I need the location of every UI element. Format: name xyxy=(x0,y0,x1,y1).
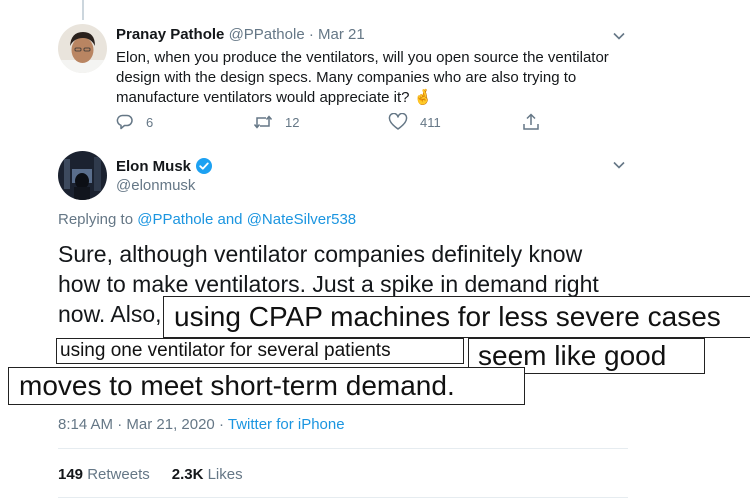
likes-stat[interactable]: 2.3K Likes xyxy=(172,466,243,483)
replying-and: and xyxy=(217,211,243,228)
like-count: 411 xyxy=(420,114,441,130)
replying-user-link[interactable]: @NateSilver538 xyxy=(247,211,356,228)
tweet-stats: 149 Retweets 2.3K Likes xyxy=(58,466,243,483)
annotation-box: using CPAP machines for less severe case… xyxy=(163,296,750,338)
reply-count: 6 xyxy=(146,114,154,130)
share-button[interactable] xyxy=(522,113,552,131)
avatar-pranay[interactable] xyxy=(58,24,107,73)
annotation-text: moves to meet short-term demand. xyxy=(19,370,455,401)
retweet-count: 12 xyxy=(285,114,300,130)
like-button[interactable]: 411 xyxy=(388,113,441,131)
reply-icon xyxy=(116,114,133,130)
retweets-count: 149 xyxy=(58,466,84,483)
heart-icon xyxy=(388,113,408,130)
replying-prefix: Replying to xyxy=(58,211,134,228)
annotation-text: using CPAP machines for less severe case… xyxy=(174,301,721,332)
annotation-box: moves to meet short-term demand. xyxy=(8,367,525,405)
tweet-source-link[interactable]: Twitter for iPhone xyxy=(228,416,345,433)
tweet-text-line: how to make ventilators. Just a spike in… xyxy=(58,271,599,297)
main-author-name[interactable]: Elon Musk xyxy=(116,158,191,175)
retweet-icon xyxy=(253,115,273,129)
thread-connector-line xyxy=(82,0,84,20)
retweets-label: Retweets xyxy=(87,466,150,483)
meta-separator: · xyxy=(117,416,123,433)
tweet-meta: 8:14 AM · Mar 21, 2020 · Twitter for iPh… xyxy=(58,416,345,433)
tweet-text-line: using one ventilator for several patient… xyxy=(60,340,391,361)
likes-label: Likes xyxy=(207,466,243,483)
reply-tweet-text: Elon, when you produce the ventilators, … xyxy=(116,49,609,106)
tweet-text-line: Sure, although ventilator companies defi… xyxy=(58,241,583,267)
reply-author-name[interactable]: Pranay Pathole xyxy=(116,26,224,43)
divider xyxy=(58,497,628,498)
main-author-name-row: Elon Musk xyxy=(116,157,213,175)
verified-badge-icon xyxy=(196,158,213,174)
likes-count: 2.3K xyxy=(171,466,204,483)
main-author-handle[interactable]: @elonmusk xyxy=(116,177,195,194)
reply-tweet-header: Pranay Pathole @PPathole · Mar 21 xyxy=(116,26,365,43)
share-icon xyxy=(523,113,539,130)
chevron-down-icon[interactable] xyxy=(611,157,627,173)
divider xyxy=(58,448,628,449)
reply-button[interactable]: 6 xyxy=(116,113,153,131)
chevron-down-icon[interactable] xyxy=(611,28,627,44)
annotation-box-small: using one ventilator for several patient… xyxy=(56,338,464,364)
reply-separator: · xyxy=(308,26,314,43)
reply-actions-bar: 6 12 411 xyxy=(116,113,556,135)
replying-user-link[interactable]: @PPathole xyxy=(137,211,213,228)
reply-date[interactable]: Mar 21 xyxy=(318,26,365,43)
retweet-button[interactable]: 12 xyxy=(253,113,299,131)
tweet-text-line: now. Also, xyxy=(58,301,162,327)
avatar-elon[interactable] xyxy=(58,151,107,200)
reply-author-handle[interactable]: @PPathole xyxy=(229,26,305,43)
meta-separator: · xyxy=(218,416,224,433)
tweet-date[interactable]: Mar 21, 2020 xyxy=(126,416,214,433)
retweets-stat[interactable]: 149 Retweets xyxy=(58,466,150,483)
tweet-time[interactable]: 8:14 AM xyxy=(58,416,113,433)
replying-to-line: Replying to @PPathole and @NateSilver538 xyxy=(58,211,356,228)
